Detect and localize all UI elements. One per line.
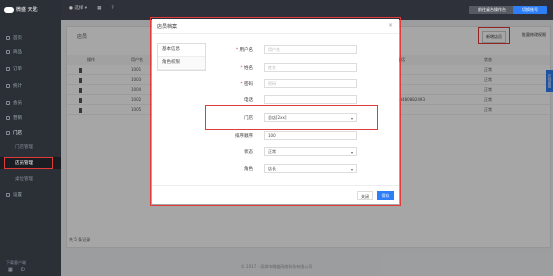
- sidebar-subitem-table-manage[interactable]: 桌位管理: [0, 173, 61, 185]
- name-label: * 姓名: [240, 66, 253, 71]
- order-label: 排序顺序: [235, 134, 253, 139]
- sidebar-item-members[interactable]: 会员: [0, 97, 61, 109]
- status-label: 状态: [244, 150, 253, 155]
- help-icon[interactable]: ?: [111, 6, 113, 11]
- sidebar-item-stores[interactable]: 门店: [0, 127, 61, 139]
- sidebar: 微盛 天匙 首页 商品 订单 统计 会员 营销 门店 门店管理 店员管理 桌位管…: [0, 0, 61, 276]
- status-select-value: 正常: [268, 149, 276, 154]
- close-button[interactable]: 关闭: [357, 191, 373, 200]
- username-input[interactable]: 用户名: [264, 45, 357, 54]
- tab-role-permission[interactable]: 角色权限: [158, 57, 205, 70]
- mobile-row: 电话: [212, 95, 362, 105]
- sidebar-subitem-label: 店员管理: [15, 161, 33, 166]
- sidebar-subitem-store-manage[interactable]: 门店管理: [0, 141, 61, 153]
- topbar-left: ● 选择 ▾ ▦ ?: [69, 5, 114, 12]
- tab-basic-info[interactable]: 基本信息: [158, 44, 205, 57]
- store-field-highlight: [205, 105, 378, 130]
- mobile-label: 电话: [244, 98, 253, 103]
- qrcode-icon[interactable]: ▦: [97, 6, 101, 11]
- settings-icon: [6, 193, 10, 197]
- store-select-label: 选择: [74, 6, 84, 11]
- sidebar-item-label: 商品: [13, 50, 22, 55]
- save-button[interactable]: 保存: [377, 191, 394, 200]
- sidebar-item-label: 统计: [13, 84, 22, 89]
- brand: 微盛 天匙: [4, 6, 38, 13]
- sidebar-subitem-label: 门店管理: [15, 145, 33, 150]
- sidebar-item-label: 会员: [13, 101, 22, 106]
- sidebar-item-home[interactable]: 首页: [0, 32, 61, 44]
- order-input[interactable]: 100: [264, 131, 357, 140]
- chevron-down-icon: ▾: [350, 167, 353, 172]
- username-row: * 用户名 用户名: [212, 45, 362, 55]
- member-icon: [6, 101, 10, 105]
- order-icon: [6, 67, 10, 71]
- modal-title: 店员档案: [157, 24, 178, 30]
- goods-icon: [6, 50, 10, 54]
- status-row: 状态 正常 ▾: [212, 147, 362, 157]
- role-label: 角色: [244, 167, 253, 172]
- role-select[interactable]: 店长 ▾: [264, 164, 357, 173]
- brand-name: 微盛 天匙: [16, 7, 38, 13]
- store-icon: [6, 131, 10, 135]
- sidebar-subitem-staff-manage[interactable]: 店员管理: [0, 157, 61, 169]
- marketing-icon: [6, 116, 10, 120]
- staff-profile-modal: 店员档案 × 基本信息 角色权限 * 用户名 用户名 * 姓名 姓名 * 密码 …: [152, 19, 399, 204]
- modal-footer: 关闭 保存: [152, 185, 399, 205]
- home-icon: [6, 36, 10, 40]
- sidebar-item-label: 门店: [13, 131, 22, 136]
- sidebar-item-marketing[interactable]: 营销: [0, 112, 61, 124]
- stats-icon: [6, 84, 10, 88]
- order-row: 排序顺序 100: [212, 131, 362, 141]
- modal-tabs: 基本信息 角色权限: [157, 43, 206, 71]
- modal-header: 店员档案 ×: [152, 19, 399, 34]
- sidebar-item-stats[interactable]: 统计: [0, 80, 61, 92]
- sidebar-item-label: 订单: [13, 67, 22, 72]
- password-label: * 密码: [240, 82, 253, 87]
- password-row: * 密码 密码: [212, 79, 362, 89]
- sidebar-item-orders[interactable]: 订单: [0, 63, 61, 75]
- switch-account-button[interactable]: 切换账号: [513, 6, 547, 14]
- status-select[interactable]: 正常 ▾: [264, 147, 357, 156]
- sidebar-subitem-label: 桌位管理: [15, 177, 33, 182]
- sidebar-item-label: 首页: [13, 36, 22, 41]
- enter-console-button[interactable]: 前往桌台操作台: [469, 6, 515, 14]
- name-input[interactable]: 姓名: [264, 63, 357, 72]
- chevron-down-icon: ▾: [350, 150, 353, 155]
- sidebar-item-goods[interactable]: 商品: [0, 46, 61, 58]
- name-row: * 姓名 姓名: [212, 63, 362, 73]
- sidebar-item-settings[interactable]: 设置: [0, 189, 61, 201]
- role-row: 角色 店长 ▾: [212, 164, 362, 174]
- close-icon[interactable]: ×: [388, 22, 393, 29]
- mobile-input[interactable]: [264, 95, 357, 104]
- role-select-value: 店长: [268, 166, 276, 171]
- sidebar-item-label: 营销: [13, 116, 22, 121]
- cloud-logo-icon: [4, 6, 14, 13]
- sidebar-item-label: 设置: [13, 193, 22, 198]
- password-input[interactable]: 密码: [264, 79, 357, 88]
- username-label: * 用户名: [235, 48, 253, 53]
- store-select[interactable]: ● 选择 ▾: [69, 5, 87, 11]
